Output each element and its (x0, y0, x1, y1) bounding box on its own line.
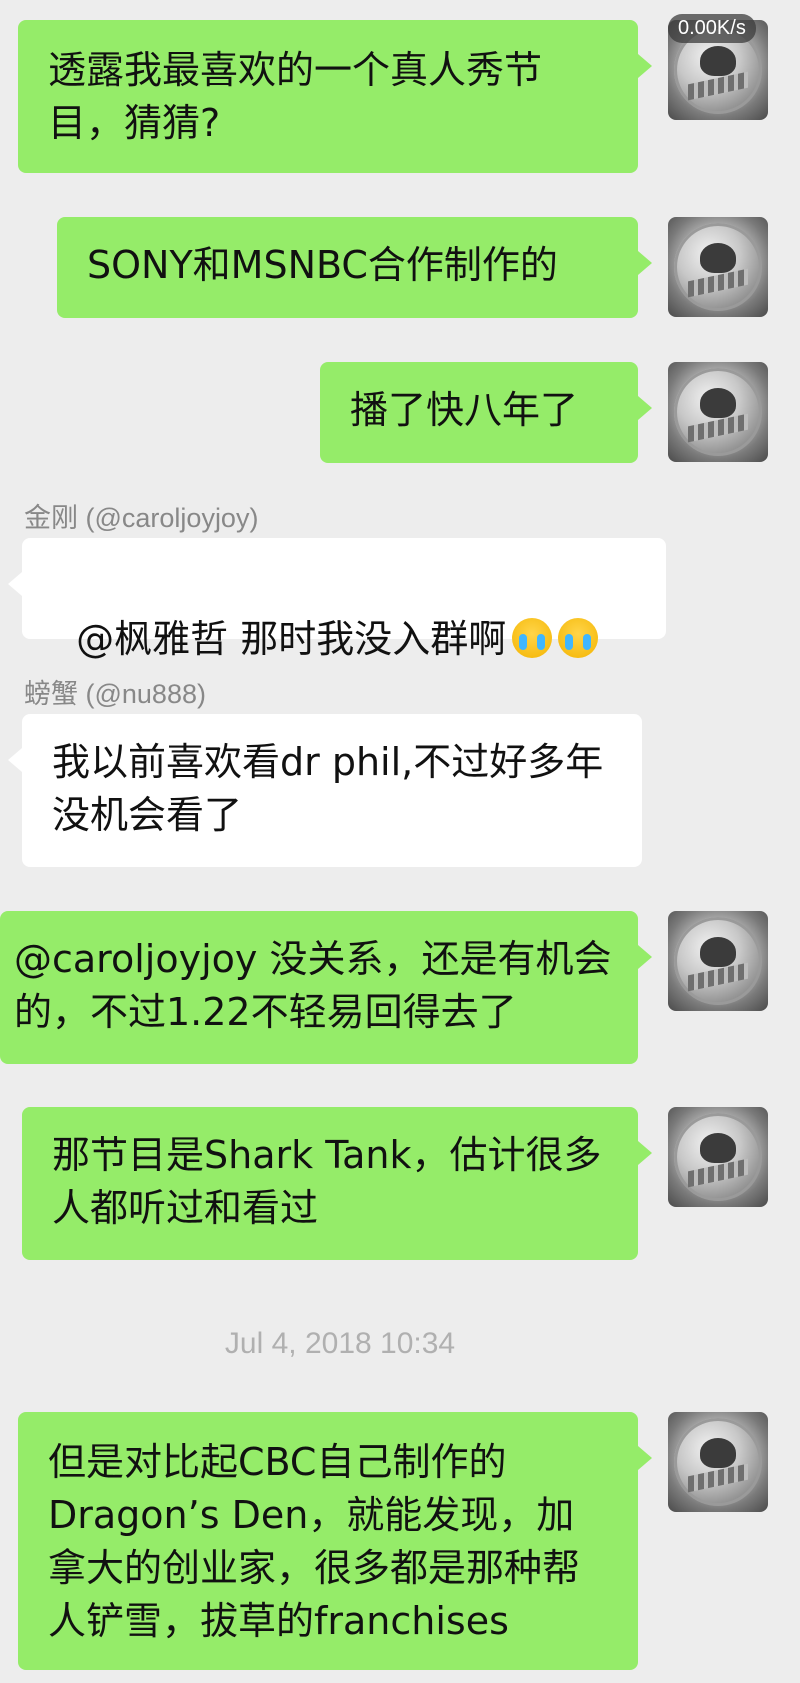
incoming-message-bubble[interactable]: 我以前喜欢看dr phil,不过好多年没机会看了 (8, 714, 642, 867)
outgoing-message-bubble[interactable]: 那节目是Shark Tank，估计很多人都听过和看过 (22, 1107, 652, 1260)
my-avatar[interactable] (668, 1107, 768, 1207)
outgoing-message-bubble[interactable]: 播了快八年了 (320, 362, 652, 463)
my-avatar[interactable] (668, 217, 768, 317)
message-timestamp: Jul 4, 2018 10:34 (224, 1327, 456, 1360)
my-avatar[interactable] (668, 911, 768, 1011)
outgoing-message-bubble[interactable]: 透露我最喜欢的一个真人秀节目，猜猜? (18, 20, 652, 173)
sender-name: 金刚 (@caroljoyjoy) (24, 503, 259, 533)
incoming-message-bubble[interactable]: @枫雅哲 那时我没入群啊 (8, 538, 666, 661)
network-speed-indicator: 0.00K/s (668, 14, 756, 43)
message-text: @枫雅哲 那时我没入群啊 (76, 617, 507, 661)
my-avatar[interactable] (668, 362, 768, 462)
outgoing-message-bubble[interactable]: 但是对比起CBC自己制作的Dragon’s Den，就能发现，加拿大的创业家，很… (18, 1412, 652, 1670)
outgoing-message-bubble[interactable]: SONY和MSNBC合作制作的 (57, 217, 652, 318)
crying-face-emoji-icon (558, 618, 599, 658)
outgoing-message-bubble[interactable]: @caroljoyjoy 没关系，还是有机会的，不过1.22不轻易回得去了 (0, 911, 652, 1064)
crying-face-emoji-icon (512, 618, 553, 658)
sender-name: 螃蟹 (@nu888) (24, 679, 206, 709)
my-avatar[interactable] (668, 1412, 768, 1512)
